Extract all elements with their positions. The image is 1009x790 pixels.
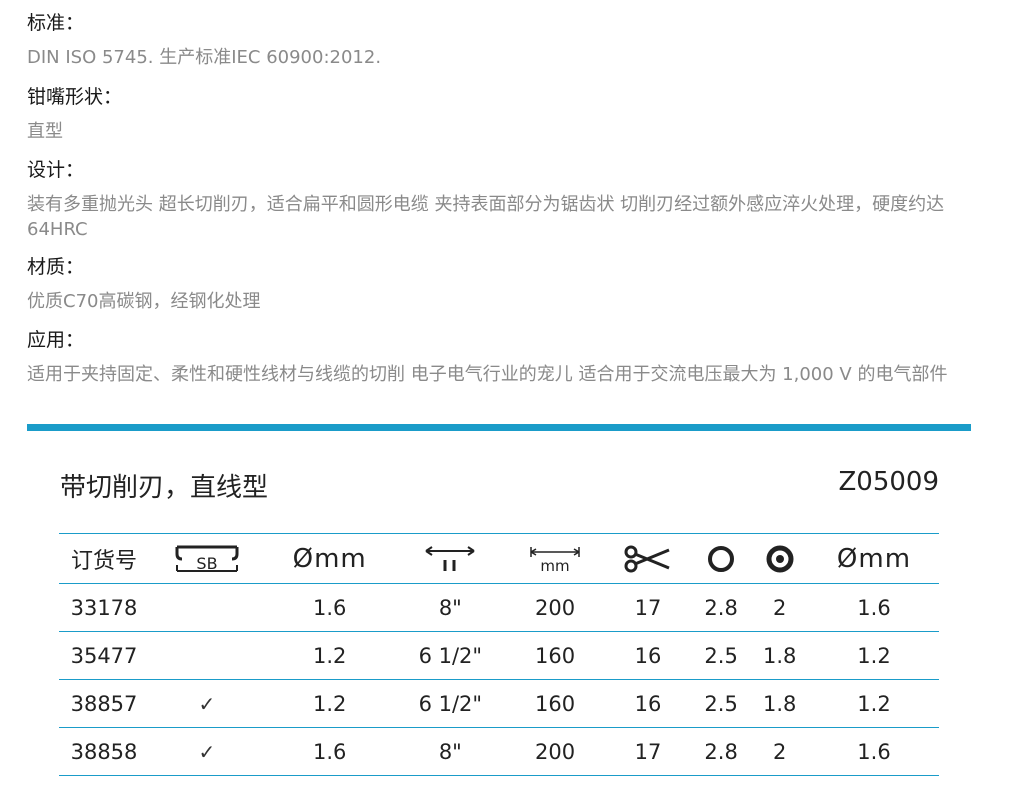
cell-mm: 200: [535, 739, 576, 764]
cell-order: 38858: [70, 739, 138, 764]
cell-sb: [149, 584, 265, 632]
table-header-row: 订货号 SB Ømm mm Ømm: [59, 533, 939, 584]
cell-inch: 8": [438, 739, 462, 764]
header-length-inch: [395, 534, 506, 584]
cell-mm: 160: [535, 643, 576, 668]
spec-text: DIN ISO 5745. 生产标准IEC 60900:2012.: [27, 47, 382, 68]
cell-mm: 200: [535, 595, 576, 620]
spec-application: 应用： 适用于夹持固定、柔性和硬性线材与线缆的切削 电子电气行业的宠儿 适合用于…: [27, 325, 977, 387]
header-length-mm: mm: [506, 534, 604, 584]
spec-text: 直型: [27, 121, 63, 142]
spec-label: 材质：: [27, 256, 85, 278]
spec-label: 设计：: [27, 159, 85, 181]
cell-mm: 160: [535, 691, 576, 716]
spec-label: 标准：: [27, 12, 85, 34]
cell-ring-dot: 2: [773, 739, 787, 764]
table-row: 38858 ✓ 1.6 8" 200 17 2.8 2 1.6: [59, 728, 939, 776]
cell-ring: 2.5: [704, 643, 738, 668]
cell-ring: 2.5: [704, 691, 738, 716]
spec-design: 设计： 装有多重抛光头 超长切削刃，适合扁平和圆形电缆 夹持表面部分为锯齿状 切…: [27, 155, 977, 242]
cell-diameter: 1.2: [312, 643, 347, 668]
sb-box-icon: SB: [175, 545, 239, 573]
diameter-icon: Ømm: [293, 544, 367, 574]
cell-order: 35477: [70, 643, 138, 668]
header-ring: [692, 534, 751, 584]
header-diameter-1: Ømm: [265, 534, 395, 584]
cell-diameter: 1.6: [312, 739, 347, 764]
cell-sb: [149, 632, 265, 680]
cell-cut: 17: [634, 595, 662, 620]
spec-text: 优质C70高碳钢，经钢化处理: [27, 291, 261, 312]
table-row: 33178 1.6 8" 200 17 2.8 2 1.6: [59, 584, 939, 632]
cell-diameter-2: 1.6: [857, 739, 891, 764]
table-row: 38857 ✓ 1.2 6 1/2" 160 16 2.5 1.8 1.2: [59, 680, 939, 728]
scissors-icon: [624, 545, 670, 572]
length-mm-icon: mm: [530, 546, 580, 573]
cell-diameter: 1.6: [312, 595, 347, 620]
cell-inch: 8": [438, 595, 462, 620]
cell-ring-dot: 1.8: [762, 691, 797, 716]
cell-diameter: 1.2: [312, 691, 347, 716]
header-sb: SB: [149, 534, 265, 584]
length-inch-icon: [425, 545, 475, 571]
cell-diameter-2: 1.2: [857, 643, 891, 668]
product-title: 带切削刃，直线型: [60, 473, 269, 503]
header-order-label: 订货号: [70, 548, 137, 574]
diameter-unit: mm: [858, 543, 912, 574]
diameter-icon: Ømm: [837, 544, 911, 574]
cell-diameter-2: 1.6: [857, 595, 891, 620]
spec-material: 材质： 优质C70高碳钢，经钢化处理: [27, 252, 977, 314]
cell-sb: ✓: [198, 691, 216, 716]
cell-order: 33178: [70, 595, 138, 620]
diameter-symbol: Ø: [836, 543, 859, 574]
table-row: 35477 1.2 6 1/2" 160 16 2.5 1.8 1.2: [59, 632, 939, 680]
diameter-unit: mm: [314, 543, 367, 574]
spec-text: 装有多重抛光头 超长切削刃，适合扁平和圆形电缆 夹持表面部分为锯齿状 切削刃经过…: [27, 194, 945, 240]
ring-icon: [708, 545, 735, 572]
cell-order: 38857: [70, 691, 138, 716]
spec-table: 订货号 SB Ømm mm Ømm 33178 1.6 8" 200 17 2.…: [59, 533, 939, 776]
cell-cut: 16: [634, 643, 662, 668]
spec-jaw-shape: 钳嘴形状： 直型: [27, 82, 977, 144]
header-order-no: 订货号: [59, 534, 149, 584]
product-code: Z05009: [838, 467, 939, 497]
sb-label: SB: [196, 554, 217, 573]
ring-dot-icon: [766, 545, 794, 572]
section-divider: [27, 424, 971, 431]
cell-cut: 17: [634, 739, 662, 764]
cell-ring: 2.8: [704, 595, 738, 620]
spec-standard: 标准： DIN ISO 5745. 生产标准IEC 60900:2012.: [27, 8, 977, 70]
header-diameter-2: Ømm: [809, 534, 939, 584]
cell-ring-dot: 2: [773, 595, 787, 620]
cell-ring-dot: 1.8: [762, 643, 797, 668]
length-mm-unit: mm: [540, 557, 569, 573]
header-ring-dot: [750, 534, 809, 584]
spec-text: 适用于夹持固定、柔性和硬性线材与线缆的切削 电子电气行业的宠儿 适合用于交流电压…: [27, 364, 948, 385]
spec-label: 应用：: [27, 329, 85, 351]
spec-label: 钳嘴形状：: [27, 86, 123, 108]
diameter-symbol: Ø: [292, 543, 315, 574]
cell-inch: 6 1/2": [418, 691, 483, 716]
cell-sb: ✓: [198, 739, 216, 764]
cell-diameter-2: 1.2: [857, 691, 891, 716]
header-cutting: [604, 534, 692, 584]
cell-cut: 16: [634, 691, 662, 716]
cell-inch: 6 1/2": [418, 643, 483, 668]
cell-ring: 2.8: [704, 739, 738, 764]
